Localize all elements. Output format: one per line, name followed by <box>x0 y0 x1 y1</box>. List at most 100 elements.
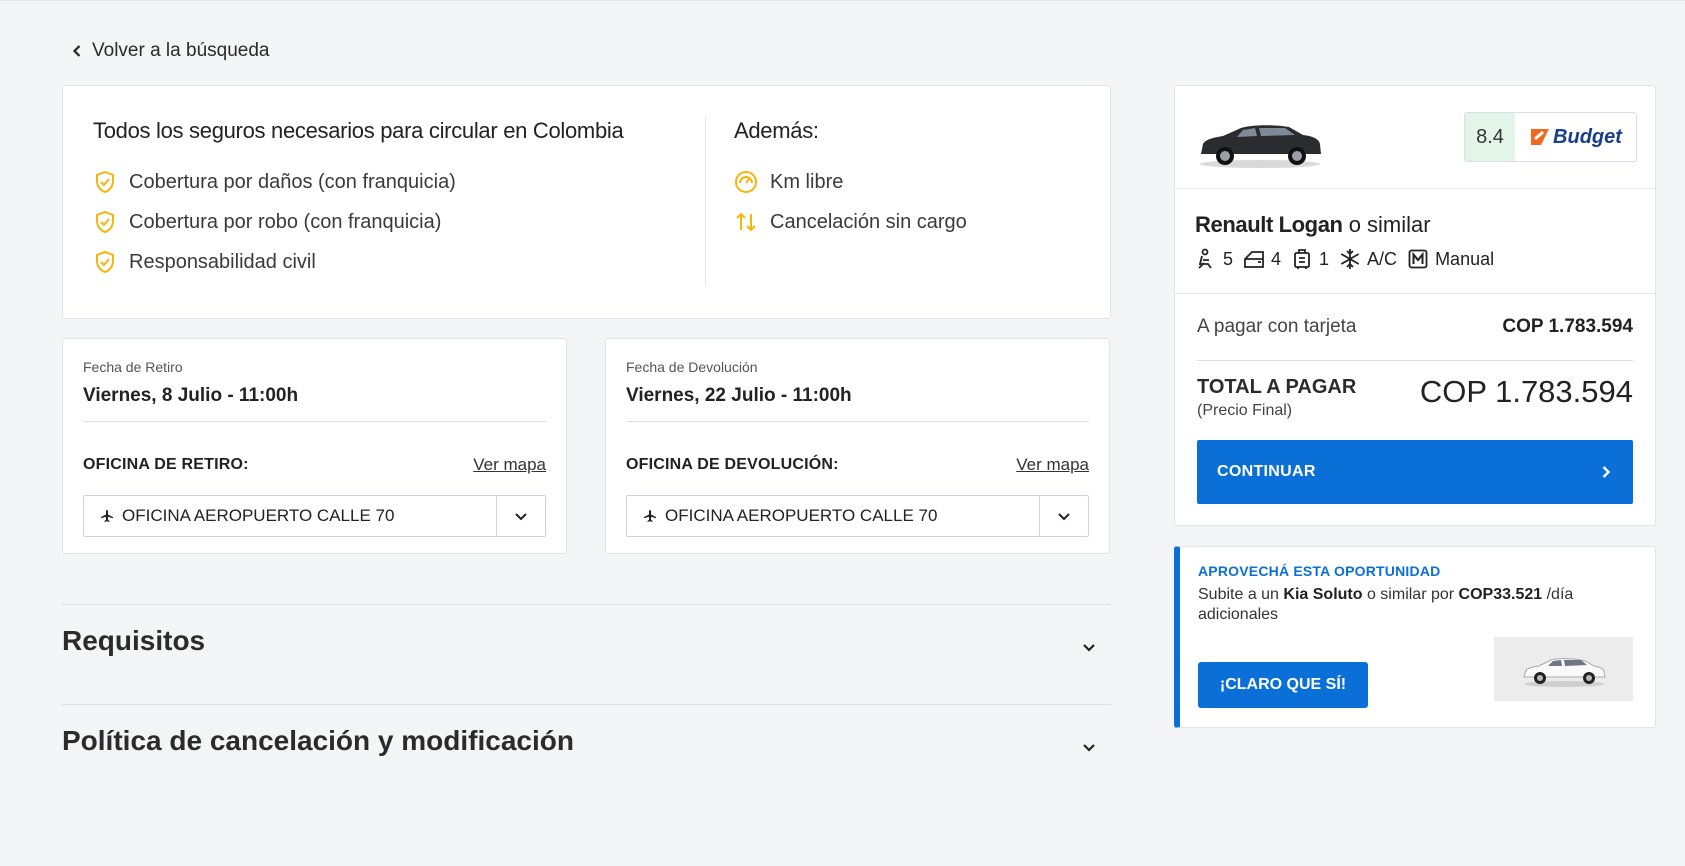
divider <box>1175 188 1655 189</box>
coverage-item: Cobertura por robo (con franquicia) <box>93 202 623 242</box>
speedometer-icon <box>735 171 757 193</box>
chevron-down-icon <box>515 513 527 521</box>
car-image <box>1200 125 1321 168</box>
upgrade-offer-card: APROVECHÁ ESTA OPORTUNIDAD Subite a un K… <box>1174 546 1656 728</box>
dropoff-office-dropdown-button[interactable] <box>1039 496 1088 536</box>
car-similar-suffix: o similar <box>1342 212 1431 237</box>
airplane-icon <box>101 510 113 522</box>
coverage-item-label: Cobertura por daños (con franquicia) <box>129 170 456 193</box>
offer-text-mid: o similar por <box>1362 586 1459 603</box>
extra-item: Cancelación sin cargo <box>734 202 967 242</box>
dropoff-date-label: Fecha de Devolución <box>626 359 758 375</box>
doors-value: 4 <box>1271 248 1282 269</box>
upgrade-offer-text: Subite a un Kia Soluto o similar por COP… <box>1198 585 1618 625</box>
feature-doors: 4 <box>1243 248 1281 270</box>
coverage-item-label: Responsabilidad civil <box>129 250 316 273</box>
brand-logo: Budget <box>1515 113 1636 161</box>
extra-item-label: Km libre <box>770 170 844 193</box>
budget-logo-icon <box>1531 129 1550 145</box>
back-to-search-link[interactable]: Volver a la búsqueda <box>70 40 269 62</box>
continue-button[interactable]: CONTINUAR <box>1197 440 1633 504</box>
feature-seats: 5 <box>1195 248 1233 270</box>
upgrade-offer-title: APROVECHÁ ESTA OPORTUNIDAD <box>1198 563 1441 579</box>
divider <box>1197 360 1633 361</box>
card-payment-value: COP 1.783.594 <box>1502 316 1633 337</box>
accept-upgrade-button[interactable]: ¡CLARO QUE SÍ! <box>1198 662 1368 708</box>
pickup-office-value: OFICINA AEROPUERTO CALLE 70 <box>122 506 395 525</box>
car-model: Renault Logan <box>1195 212 1343 237</box>
feature-ac: A/C <box>1339 248 1397 270</box>
car-name: Renault Logan o similar <box>1195 212 1431 238</box>
continue-label: CONTINUAR <box>1217 463 1316 480</box>
total-value: COP 1.783.594 <box>1419 374 1633 409</box>
dropoff-office-value: OFICINA AEROPUERTO CALLE 70 <box>665 506 938 525</box>
requirements-accordion[interactable]: Requisitos <box>62 604 1111 704</box>
booking-summary-card: 8.4 Budget Renault Logan o similar 5 4 1… <box>1174 85 1656 526</box>
chevron-left-icon <box>72 45 81 57</box>
top-border <box>0 0 1685 1</box>
extra-item-label: Cancelación sin cargo <box>770 210 967 233</box>
dropoff-card: Fecha de Devolución Viernes, 22 Julio - … <box>605 338 1110 554</box>
pickup-date-value: Viernes, 8 Julio - 11:00h <box>83 385 299 406</box>
bags-value: 1 <box>1319 248 1330 269</box>
luggage-icon <box>1294 249 1310 269</box>
pickup-office-select[interactable]: OFICINA AEROPUERTO CALLE 70 <box>83 495 546 537</box>
pickup-office-dropdown-button[interactable] <box>496 496 545 536</box>
coverage-divider <box>705 116 706 286</box>
chevron-down-icon <box>1083 744 1095 752</box>
card-payment-row: A pagar con tarjeta COP 1.783.594 <box>1197 316 1633 338</box>
chevron-right-icon <box>1602 466 1611 478</box>
coverage-list: Cobertura por daños (con franquicia) Cob… <box>93 162 623 282</box>
manual-transmission-icon <box>1408 249 1428 269</box>
pickup-office-label: OFICINA DE RETIRO: <box>83 456 249 473</box>
coverage-item: Cobertura por daños (con franquicia) <box>93 162 623 202</box>
ac-value: A/C <box>1367 248 1398 269</box>
divider <box>626 421 1089 422</box>
swap-arrows-icon <box>736 212 756 232</box>
divider <box>83 421 546 422</box>
transmission-value: Manual <box>1435 248 1495 269</box>
shield-check-icon <box>96 250 114 274</box>
coverage-item: Responsabilidad civil <box>93 242 623 282</box>
feature-bags: 1 <box>1291 248 1329 270</box>
shield-check-icon <box>96 170 114 194</box>
rating-badge: 8.4 Budget <box>1464 112 1637 162</box>
card-payment-label: A pagar con tarjeta <box>1197 316 1357 337</box>
seats-value: 5 <box>1223 248 1234 269</box>
cancellation-policy-accordion[interactable]: Política de cancelación y modificación <box>62 704 1111 804</box>
pickup-date-label: Fecha de Retiro <box>83 359 183 375</box>
door-icon <box>1244 251 1264 268</box>
snowflake-icon <box>1340 249 1360 269</box>
coverage-card: Todos los seguros necesarios para circul… <box>62 85 1111 319</box>
car-features: 5 4 1 A/C Manual <box>1195 248 1498 270</box>
dropoff-office-label: OFICINA DE DEVOLUCIÓN: <box>626 456 839 473</box>
pickup-card: Fecha de Retiro Viernes, 8 Julio - 11:00… <box>62 338 567 554</box>
dropoff-office-select[interactable]: OFICINA AEROPUERTO CALLE 70 <box>626 495 1089 537</box>
white-car-icon <box>1522 658 1606 687</box>
back-label: Volver a la búsqueda <box>92 40 270 61</box>
coverage-title: Todos los seguros necesarios para circul… <box>93 118 624 143</box>
seat-icon <box>1198 248 1212 269</box>
offer-car: Kia Soluto <box>1283 586 1363 603</box>
offer-text-prefix: Subite a un <box>1198 586 1284 603</box>
dropoff-map-link[interactable]: Ver mapa <box>1016 455 1089 475</box>
total-sublabel: (Precio Final) <box>1197 402 1293 419</box>
chevron-down-icon <box>1083 644 1095 652</box>
extra-item: Km libre <box>734 162 967 202</box>
chevron-down-icon <box>1058 513 1070 521</box>
cancellation-policy-title: Política de cancelación y modificación <box>62 725 574 756</box>
feature-transmission: Manual <box>1407 248 1494 270</box>
brand-name: Budget <box>1553 125 1622 148</box>
dropoff-date-value: Viernes, 22 Julio - 11:00h <box>626 385 852 406</box>
offer-price: COP33.521 <box>1458 586 1543 603</box>
requirements-title: Requisitos <box>62 625 206 656</box>
shield-check-icon <box>96 210 114 234</box>
extras-title: Además: <box>734 118 819 143</box>
extras-list: Km libre Cancelación sin cargo <box>734 162 967 242</box>
divider <box>1175 293 1655 294</box>
upgrade-car-image <box>1494 637 1633 701</box>
rating-score: 8.4 <box>1465 113 1515 161</box>
pickup-map-link[interactable]: Ver mapa <box>473 455 546 475</box>
total-label: TOTAL A PAGAR <box>1197 376 1357 398</box>
airplane-icon <box>644 510 656 522</box>
